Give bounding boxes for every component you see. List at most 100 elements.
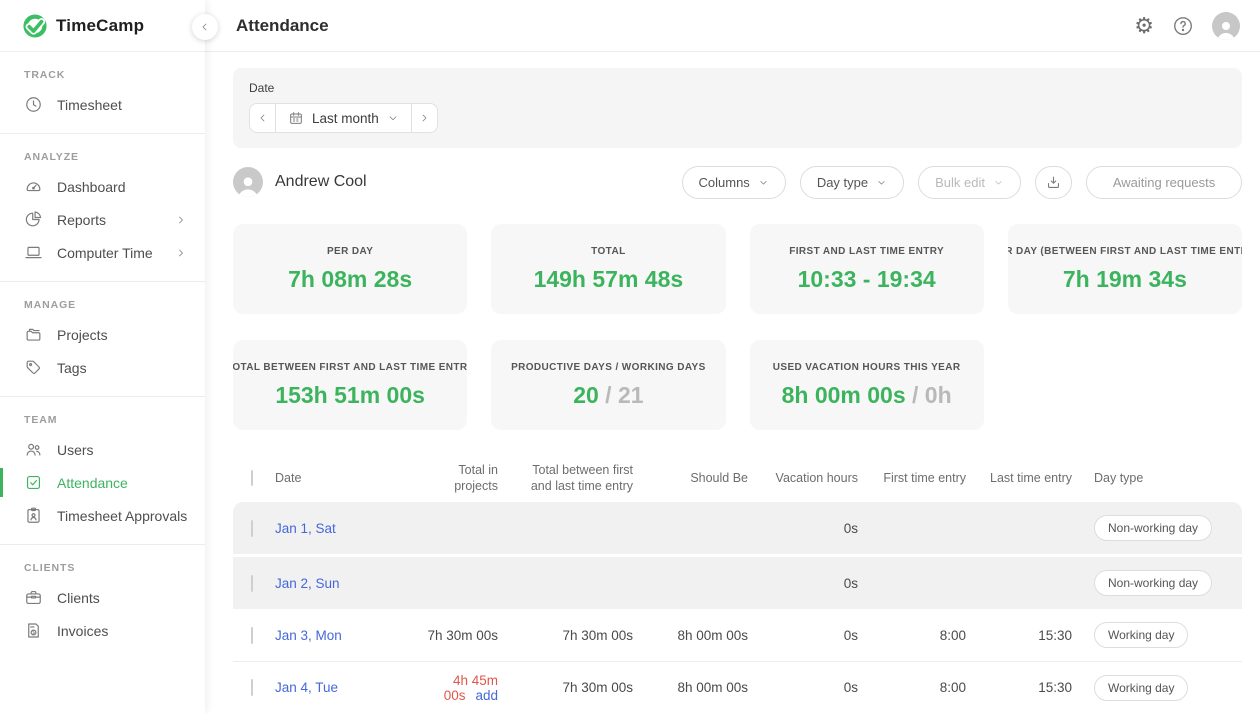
timecamp-logo-icon	[22, 13, 48, 39]
stat-label: PER DAY (BETWEEN FIRST AND LAST TIME ENT…	[1008, 246, 1242, 257]
day-type-badge[interactable]: Working day	[1094, 622, 1188, 648]
chevron-right-icon	[175, 214, 187, 226]
sidebar-item-projects[interactable]: Projects	[0, 318, 205, 351]
sidebar-item-timesheet-approvals[interactable]: Timesheet Approvals	[0, 499, 205, 532]
dashboard-gauge-icon	[24, 177, 43, 196]
stat-value: 8h 00m 00s / 0h	[782, 382, 952, 409]
day-type-badge[interactable]: Non-working day	[1094, 515, 1212, 541]
col-day-type: Day type	[1084, 471, 1242, 487]
date-link[interactable]: Jan 1, Sat	[275, 521, 336, 536]
section-label-analyze: ANALYZE	[0, 134, 205, 170]
sidebar-item-attendance[interactable]: Attendance	[0, 466, 205, 499]
chevron-right-icon	[175, 247, 187, 259]
day-type-badge[interactable]: Working day	[1094, 675, 1188, 701]
last-time-entry-cell: 15:30	[978, 680, 1084, 695]
row-checkbox[interactable]	[251, 627, 253, 644]
next-period-button[interactable]	[411, 103, 438, 133]
chevron-down-icon	[876, 177, 887, 188]
date-link[interactable]: Jan 2, Sun	[275, 576, 340, 591]
sidebar-item-clients[interactable]: Clients	[0, 581, 205, 614]
section-label-track: TRACK	[0, 52, 205, 88]
employee-avatar	[233, 167, 263, 197]
sidebar-item-label: Computer Time	[57, 245, 153, 261]
sidebar-item-label: Invoices	[57, 623, 108, 639]
employee-name: Andrew Cool	[275, 173, 367, 191]
filter-panel: Date Last month	[233, 68, 1242, 148]
sidebar-item-dashboard[interactable]: Dashboard	[0, 170, 205, 203]
vacation-hours-cell: 0s	[760, 628, 870, 643]
row-checkbox[interactable]	[251, 575, 253, 592]
date-link[interactable]: Jan 4, Tue	[275, 680, 338, 695]
table-row: Jan 1, Sat 0s Non-working day	[233, 502, 1242, 554]
col-vacation-hours: Vacation hours	[760, 471, 870, 487]
sidebar-item-label: Attendance	[57, 475, 128, 491]
row-checkbox[interactable]	[251, 679, 253, 696]
select-all-checkbox[interactable]	[251, 470, 253, 486]
date-link[interactable]: Jan 3, Mon	[275, 628, 342, 643]
sidebar-item-reports[interactable]: Reports	[0, 203, 205, 236]
stat-productive-days: PRODUCTIVE DAYS / WORKING DAYS 20 / 21	[491, 340, 725, 430]
chevron-down-icon	[758, 177, 769, 188]
users-icon	[24, 440, 43, 459]
table-row: Jan 4, Tue 4h 45m 00sadd 7h 30m 00s 8h 0…	[233, 661, 1242, 713]
day-type-badge[interactable]: Non-working day	[1094, 570, 1212, 596]
col-total-in-projects: Total in projects	[415, 463, 510, 494]
add-time-link[interactable]: add	[475, 688, 498, 703]
chevron-right-icon	[418, 112, 430, 124]
row-checkbox[interactable]	[251, 520, 253, 537]
stat-value: 10:33 - 19:34	[798, 266, 936, 293]
stat-value: 153h 51m 00s	[275, 382, 425, 409]
brand-logo[interactable]: TimeCamp	[0, 0, 205, 52]
checkbox-check-icon	[24, 473, 43, 492]
sidebar-item-timesheet[interactable]: Timesheet	[0, 88, 205, 121]
sidebar-item-computer-time[interactable]: Computer Time	[0, 236, 205, 269]
bulk-edit-dropdown[interactable]: Bulk edit	[918, 166, 1021, 199]
chevron-down-icon	[387, 112, 399, 124]
stat-total: TOTAL 149h 57m 48s	[491, 224, 725, 314]
section-label-clients: CLIENTS	[0, 545, 205, 581]
stat-label: TOTAL	[591, 246, 625, 257]
stat-first-last-entry: FIRST AND LAST TIME ENTRY 10:33 - 19:34	[750, 224, 984, 314]
sidebar-collapse-button[interactable]	[192, 14, 218, 40]
awaiting-requests-label: Awaiting requests	[1113, 175, 1215, 190]
sidebar-item-label: Tags	[57, 360, 87, 376]
date-range-dropdown[interactable]: Last month	[275, 103, 412, 133]
sidebar-item-label: Reports	[57, 212, 106, 228]
help-icon[interactable]	[1172, 15, 1194, 37]
table-row: Jan 2, Sun 0s Non-working day	[233, 557, 1242, 609]
invoice-icon: $	[24, 621, 43, 640]
total-between-cell: 7h 30m 00s	[510, 628, 645, 643]
chevron-left-icon	[257, 112, 269, 124]
stat-label: PER DAY	[327, 246, 373, 257]
vacation-hours-cell: 0s	[760, 680, 870, 695]
day-type-dropdown[interactable]: Day type	[800, 166, 904, 199]
attendance-table-body: Jan 1, Sat 0s Non-working day Jan 2, Sun…	[233, 502, 1242, 713]
main-area: Attendance ⚙ Date	[205, 0, 1260, 713]
stat-value: 7h 19m 34s	[1063, 266, 1187, 293]
stat-label: FIRST AND LAST TIME ENTRY	[789, 246, 944, 257]
total-in-projects-cell: 7h 30m 00s	[415, 628, 510, 643]
sidebar-item-users[interactable]: Users	[0, 433, 205, 466]
table-row: Jan 3, Mon 7h 30m 00s 7h 30m 00s 8h 00m …	[233, 609, 1242, 661]
sidebar-item-tags[interactable]: Tags	[0, 351, 205, 384]
stat-value: 7h 08m 28s	[288, 266, 412, 293]
sidebar-item-label: Dashboard	[57, 179, 126, 195]
download-icon	[1045, 174, 1062, 191]
section-label-team: TEAM	[0, 397, 205, 433]
sidebar-item-invoices[interactable]: $ Invoices	[0, 614, 205, 647]
top-bar: Attendance ⚙	[205, 0, 1260, 52]
briefcase-icon	[24, 588, 43, 607]
stat-total-between: TOTAL BETWEEN FIRST AND LAST TIME ENTRY …	[233, 340, 467, 430]
prev-period-button[interactable]	[249, 103, 276, 133]
laptop-icon	[24, 243, 43, 262]
awaiting-requests-button[interactable]: Awaiting requests	[1086, 166, 1242, 199]
export-button[interactable]	[1035, 166, 1072, 199]
brand-name: TimeCamp	[56, 16, 144, 36]
columns-dropdown[interactable]: Columns	[682, 166, 786, 199]
day-type-dropdown-label: Day type	[817, 175, 868, 190]
first-time-entry-cell: 8:00	[870, 680, 978, 695]
bulk-edit-dropdown-label: Bulk edit	[935, 175, 985, 190]
user-avatar[interactable]	[1212, 12, 1240, 40]
settings-gear-icon[interactable]: ⚙	[1134, 15, 1154, 37]
first-time-entry-cell: 8:00	[870, 628, 978, 643]
